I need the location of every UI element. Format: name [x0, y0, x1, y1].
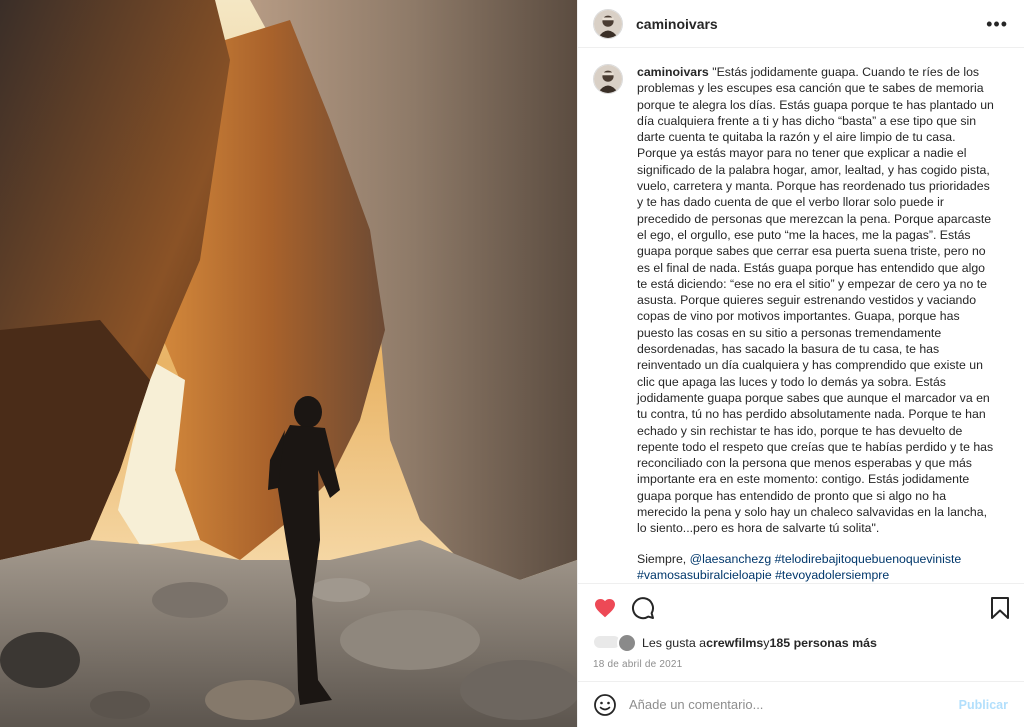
- likes-count[interactable]: 185 personas más: [769, 636, 876, 650]
- post-details-panel: caminoivars ••• caminoivars "Estás jodid: [577, 0, 1024, 727]
- bookmark-icon[interactable]: [988, 596, 1012, 620]
- caption-text: caminoivars "Estás jodidamente guapa. Cu…: [637, 64, 997, 583]
- hashtag-link[interactable]: #telodirebajitoquebuenoqueviniste: [775, 552, 962, 566]
- post-date[interactable]: 18 de abril de 2021: [578, 655, 1024, 677]
- caption: caminoivars "Estás jodidamente guapa. Cu…: [593, 64, 1008, 583]
- post-modal: caminoivars ••• caminoivars "Estás jodid: [0, 0, 1024, 727]
- emoji-icon[interactable]: [593, 693, 617, 717]
- caption-avatar[interactable]: [593, 64, 623, 94]
- avatar[interactable]: [593, 8, 623, 39]
- action-bar: [578, 583, 1024, 631]
- hashtag-link[interactable]: #vamosasubiralcieloapie: [637, 568, 772, 582]
- add-comment-bar: Publicar: [578, 681, 1024, 727]
- comments-area: caminoivars "Estás jodidamente guapa. Cu…: [578, 48, 1024, 583]
- mention-link[interactable]: @laesanchezg: [690, 552, 772, 566]
- heart-filled-icon[interactable]: [593, 596, 617, 620]
- caption-username[interactable]: caminoivars: [637, 65, 709, 79]
- post-photo[interactable]: [0, 0, 577, 727]
- canyon-photo: [0, 0, 577, 727]
- more-dots-icon[interactable]: •••: [986, 15, 1008, 33]
- caption-body: "Estás jodidamente guapa. Cuando te ríes…: [637, 65, 994, 536]
- post-header: caminoivars •••: [578, 0, 1024, 48]
- header-username[interactable]: caminoivars: [636, 16, 718, 32]
- publish-button[interactable]: Publicar: [959, 698, 1008, 712]
- liker-avatars[interactable]: [593, 633, 639, 653]
- caption-thanks: Siempre, @laesanchezg #telodirebajitoque…: [637, 551, 997, 583]
- comment-input[interactable]: [629, 697, 959, 712]
- likes-prefix: Les gusta a: [642, 636, 707, 650]
- comment-bubble-icon[interactable]: [631, 596, 655, 620]
- hashtag-link[interactable]: #tevoyadolersiempre: [775, 568, 889, 582]
- likes-row: Les gusta a crewfilms y 185 personas más: [578, 631, 1024, 655]
- thanks-prefix: Siempre,: [637, 551, 690, 566]
- liker-username[interactable]: crewfilms: [706, 636, 763, 650]
